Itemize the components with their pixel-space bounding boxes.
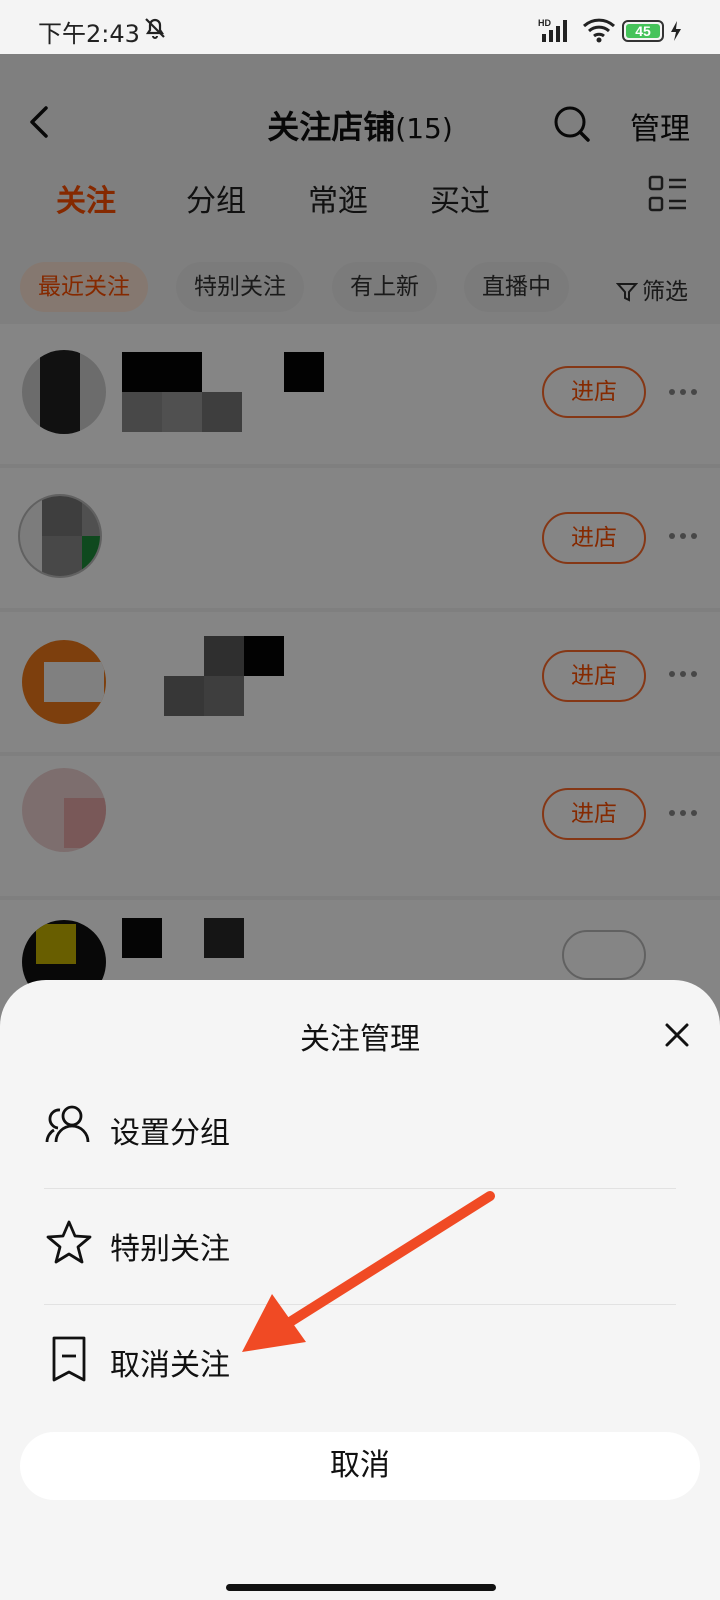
option-special-follow[interactable]: 特别关注 [44, 1190, 674, 1302]
star-icon [46, 1220, 92, 1264]
charging-icon [671, 21, 681, 41]
bell-off-icon [145, 18, 165, 39]
home-indicator[interactable] [226, 1584, 496, 1591]
status-time: 下午2:43 [38, 20, 140, 48]
option-label: 特别关注 [110, 1232, 230, 1267]
battery-icon: 45 [622, 20, 664, 42]
bookmark-minus-icon [52, 1336, 86, 1382]
cancel-button[interactable]: 取消 [20, 1432, 700, 1500]
option-set-group[interactable]: 设置分组 [44, 1074, 674, 1186]
option-unfollow[interactable]: 取消关注 [44, 1306, 674, 1418]
option-label: 取消关注 [110, 1348, 230, 1383]
divider [44, 1188, 676, 1189]
wifi-icon [582, 18, 616, 43]
close-icon[interactable] [662, 1020, 692, 1050]
battery-level: 45 [635, 23, 651, 39]
divider [44, 1304, 676, 1305]
network-label: HD [538, 18, 551, 28]
option-label: 设置分组 [110, 1116, 230, 1151]
signal-icon: HD [538, 18, 567, 42]
sheet-title: 关注管理 [300, 1022, 420, 1057]
status-bar: 下午2:43 HD 45 [0, 0, 720, 54]
group-icon [45, 1105, 90, 1143]
